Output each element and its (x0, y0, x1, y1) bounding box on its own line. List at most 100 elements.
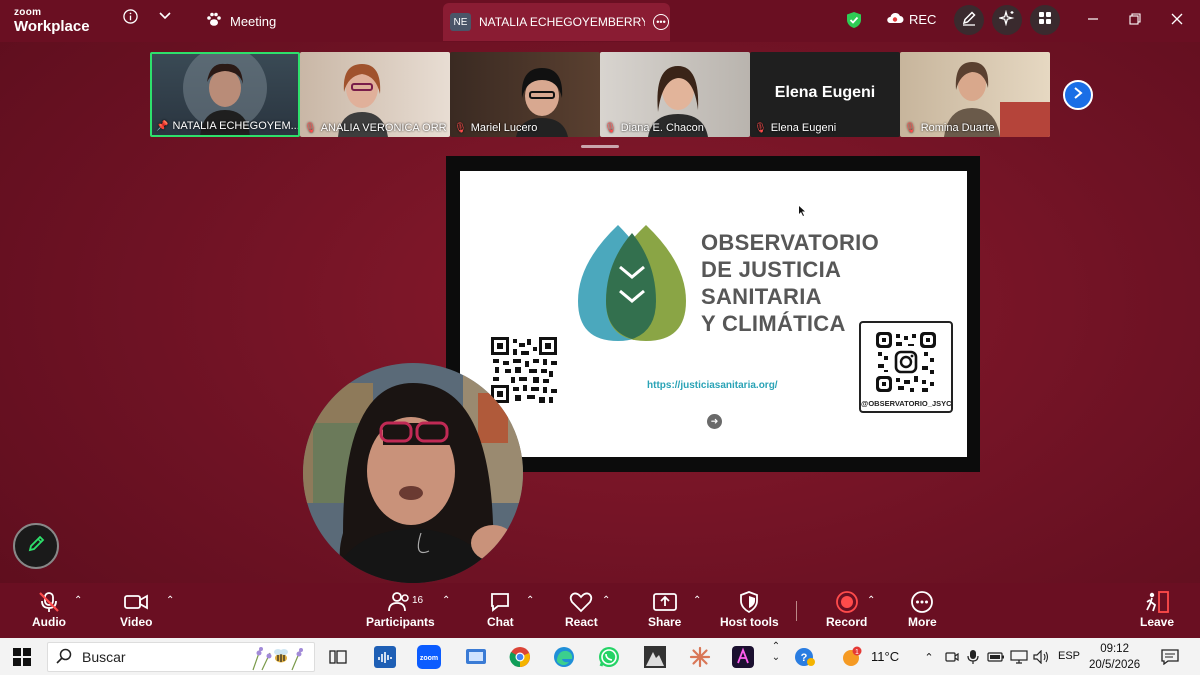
self-view-video[interactable] (303, 363, 523, 583)
host-tools-label: Host tools (720, 615, 779, 629)
tile-name: 🎙 ANALIA VERONICA ORR (304, 122, 447, 134)
screen-snip-icon[interactable] (464, 645, 488, 669)
share-screen-icon (652, 589, 677, 615)
pin-icon: 📌 (156, 120, 169, 132)
voice-app-icon[interactable] (373, 645, 397, 669)
leave-button[interactable]: Leave (1140, 589, 1174, 629)
input-language[interactable]: ESP (1058, 650, 1080, 662)
more-icon (910, 589, 934, 615)
zoom-taskbar-icon[interactable]: zoom (417, 645, 441, 669)
chrome-icon[interactable] (508, 645, 532, 669)
share-options-caret[interactable]: ⌃ (693, 595, 701, 606)
video-button[interactable]: Video (120, 589, 152, 629)
chat-button[interactable]: Chat (487, 589, 514, 629)
chat-label: Chat (487, 615, 514, 629)
video-options-caret[interactable]: ⌃ (166, 595, 174, 606)
security-shield-icon[interactable] (846, 11, 862, 34)
overflow-chevrons-icon[interactable]: ⌃ ⌄ (764, 640, 788, 664)
video-camera-icon (123, 589, 149, 615)
record-button[interactable]: Record (826, 589, 867, 629)
meeting-label: Meeting (230, 13, 277, 29)
chevron-down-icon[interactable] (159, 12, 171, 20)
svg-text:1: 1 (855, 649, 859, 656)
close-icon[interactable] (1171, 12, 1183, 28)
svg-text:zoom: zoom (420, 655, 438, 662)
more-options-icon[interactable]: ••• (653, 14, 669, 30)
edge-icon[interactable] (552, 645, 576, 669)
screen-share-tab[interactable]: NE NATALIA ECHEGOYEMBERRY's sci ••• (443, 3, 670, 41)
taskbar-search[interactable]: Buscar (47, 642, 315, 672)
restore-icon[interactable] (1129, 12, 1141, 28)
slide-title: OBSERVATORIO DE JUSTICIA SANITARIA Y CLI… (701, 230, 879, 336)
participants-button[interactable]: Participants 16 (366, 589, 435, 629)
clock-date: 20/5/2026 (1089, 659, 1141, 671)
tile-name: 🎙 Diana E. Chacon (604, 122, 704, 134)
paw-icon (206, 12, 222, 30)
share-button[interactable]: Share (648, 589, 681, 629)
video-tile[interactable]: 📌 NATALIA ECHEGOYEM... (150, 52, 300, 137)
slide-url: https://justiciasanitaria.org/ (647, 380, 778, 391)
react-button[interactable]: React (565, 589, 598, 629)
video-tile[interactable]: 🎙 Romina Duarte (900, 52, 1050, 137)
whatsapp-icon[interactable] (597, 645, 621, 669)
weather-icon[interactable]: 1 (840, 645, 864, 669)
shield-icon (739, 589, 759, 615)
tile-name: 🎙 Mariel Lucero (454, 122, 538, 134)
system-clock[interactable]: 09:12 20/5/2026 (1089, 641, 1140, 673)
title-bar: zoom Workplace Meeting NE NATALIA ECHEGO… (0, 0, 1200, 42)
microphone-tray-icon[interactable] (961, 645, 985, 669)
mic-muted-icon (37, 589, 61, 615)
participants-options-caret[interactable]: ⌃ (442, 595, 450, 606)
volume-icon[interactable] (1029, 645, 1053, 669)
meeting-toolbar: Audio ⌃ Video ⌃ Participants 16 ⌃ Chat ⌃… (0, 583, 1200, 638)
audio-button[interactable]: Audio (32, 589, 66, 629)
mic-muted-icon: 🎙 (604, 122, 617, 134)
meeting-button[interactable]: Meeting (206, 12, 276, 30)
annotate-button[interactable] (954, 5, 984, 35)
participants-label: Participants (366, 615, 435, 629)
mic-muted-icon: 🎙 (754, 122, 767, 134)
ai-companion-button[interactable] (992, 5, 1022, 35)
brand-main: Workplace (14, 18, 90, 35)
instagram-qr-card: @OBSERVATORIO_JSYC (859, 321, 953, 413)
video-tile[interactable]: 🎙 ANALIA VERONICA ORR (300, 52, 450, 137)
record-label: Record (826, 615, 868, 629)
video-tile[interactable]: 🎙 Diana E. Chacon (600, 52, 750, 137)
info-icon[interactable] (123, 9, 138, 24)
adobe-app-icon[interactable] (731, 645, 755, 669)
video-tile[interactable]: 🎙 Mariel Lucero (450, 52, 600, 137)
audio-options-caret[interactable]: ⌃ (74, 595, 82, 606)
temperature[interactable]: 11°C (871, 649, 899, 664)
instagram-qr-code (876, 332, 936, 392)
battery-icon[interactable] (984, 645, 1008, 669)
video-tile[interactable]: Elena Eugeni 🎙 Elena Eugeni (750, 52, 900, 137)
tray-chevron-icon[interactable]: ⌃ (917, 645, 941, 669)
pencil-icon (961, 10, 977, 31)
photo-app-icon[interactable] (643, 645, 667, 669)
recording-indicator[interactable]: REC (886, 12, 936, 27)
windows-taskbar: Buscar zoom ⌃ ⌄ ? 1 11°C ⌃ ESP 09:12 20/… (0, 638, 1200, 675)
rec-label: REC (909, 12, 937, 27)
minimize-icon[interactable] (1087, 12, 1099, 28)
help-icon[interactable]: ? (793, 645, 817, 669)
react-options-caret[interactable]: ⌃ (602, 595, 610, 606)
display-icon[interactable] (1007, 645, 1031, 669)
annotation-pencil-button[interactable] (13, 523, 59, 569)
participant-gallery: 📌 NATALIA ECHEGOYEM... 🎙 ANALIA VERONICA O… (150, 52, 1050, 137)
apps-button[interactable] (1030, 5, 1060, 35)
chevron-right-icon (1073, 86, 1083, 104)
more-button[interactable]: More (908, 589, 937, 629)
mic-muted-icon: 🎙 (304, 122, 317, 134)
host-tools-button[interactable]: Host tools (720, 589, 779, 629)
claude-icon[interactable] (688, 645, 712, 669)
windows-start-icon[interactable] (10, 645, 34, 669)
notifications-icon[interactable] (1158, 645, 1182, 669)
resize-handle[interactable] (581, 145, 619, 148)
lavender-bee-icon (248, 645, 308, 674)
video-label: Video (120, 615, 153, 629)
record-options-caret[interactable]: ⌃ (867, 595, 875, 606)
task-view-icon[interactable] (326, 645, 350, 669)
chat-options-caret[interactable]: ⌃ (526, 595, 534, 606)
next-page-button[interactable] (1063, 80, 1093, 110)
slide-next-icon[interactable]: ➜ (707, 414, 722, 429)
